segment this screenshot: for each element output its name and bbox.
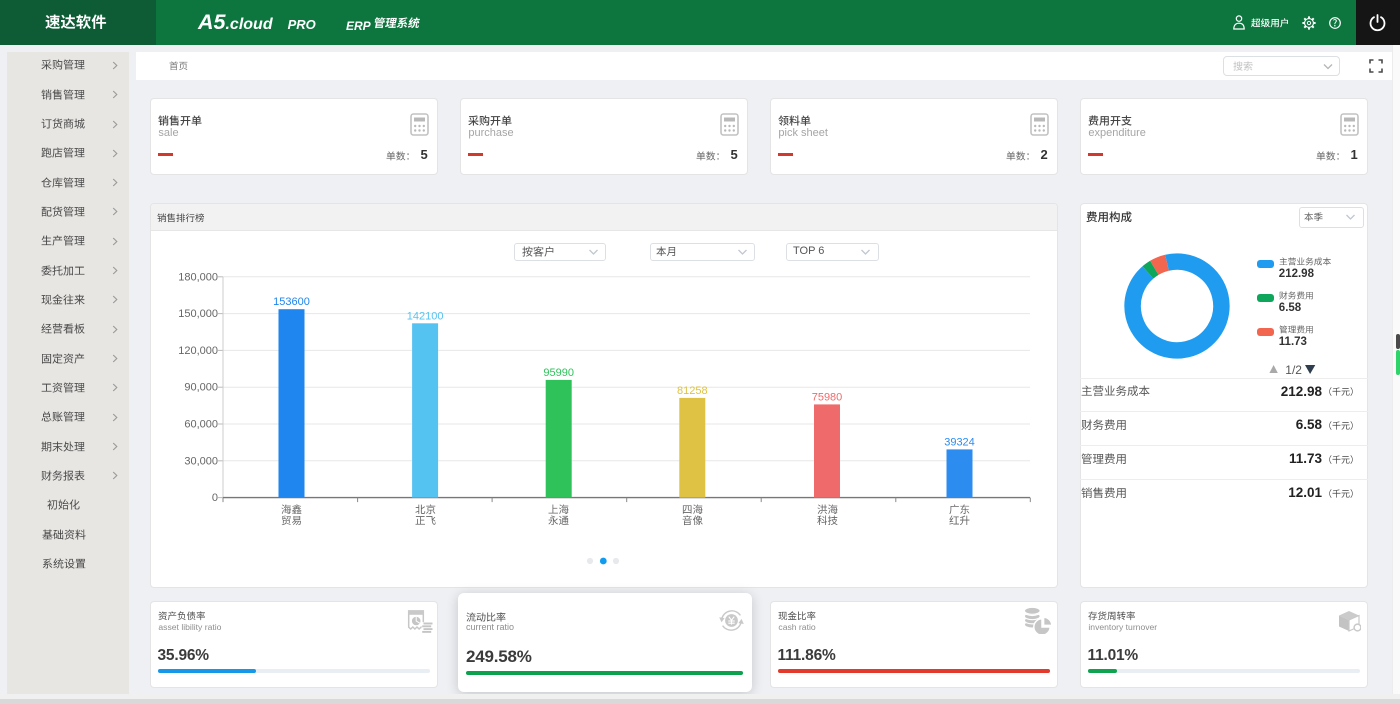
svg-text:75980: 75980 (812, 391, 843, 403)
svg-text:150,000: 150,000 (178, 308, 218, 320)
svg-text:81258: 81258 (677, 385, 708, 397)
svg-text:60,000: 60,000 (184, 419, 218, 431)
svg-text:90,000: 90,000 (184, 382, 218, 394)
svg-text:180,000: 180,000 (178, 271, 218, 283)
svg-text:95990: 95990 (543, 367, 574, 379)
svg-text:30,000: 30,000 (184, 455, 218, 467)
svg-text:142100: 142100 (407, 310, 444, 322)
svg-text:153600: 153600 (273, 296, 310, 308)
svg-text:120,000: 120,000 (178, 345, 218, 357)
svg-text:39324: 39324 (944, 436, 975, 448)
svg-text:0: 0 (212, 492, 218, 504)
